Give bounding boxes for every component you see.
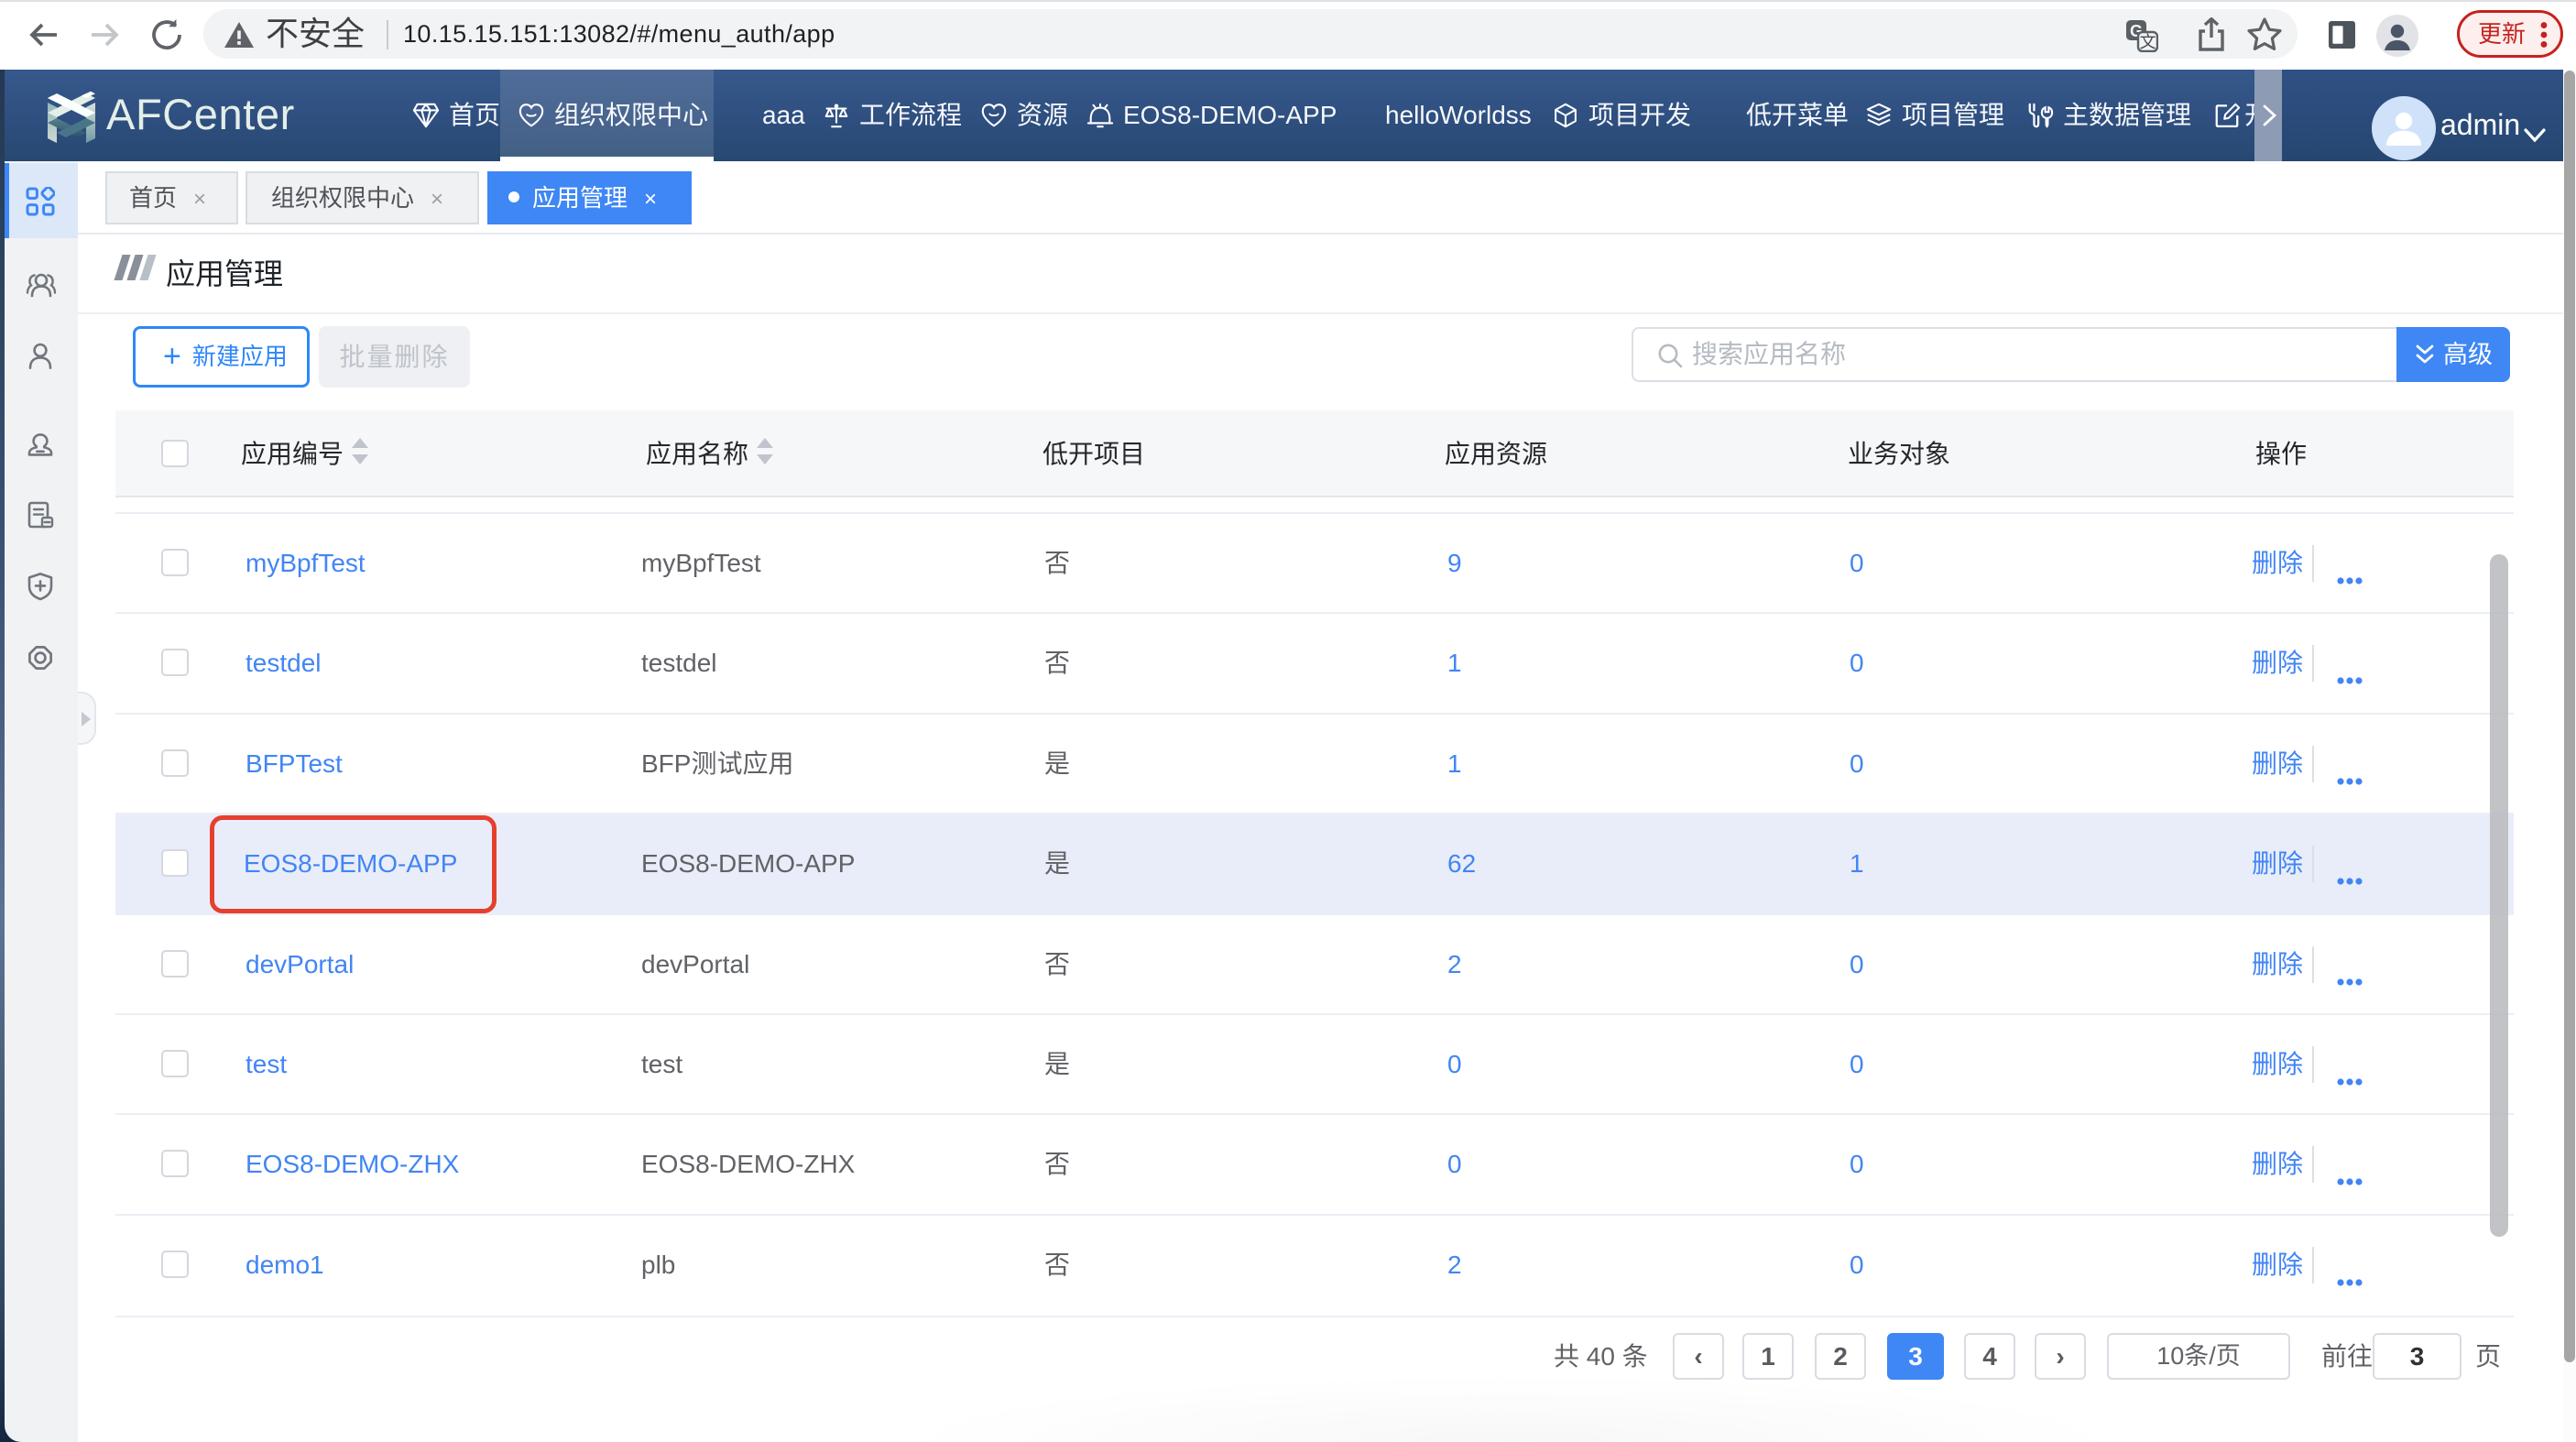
svg-text:文: 文 xyxy=(2140,33,2156,51)
